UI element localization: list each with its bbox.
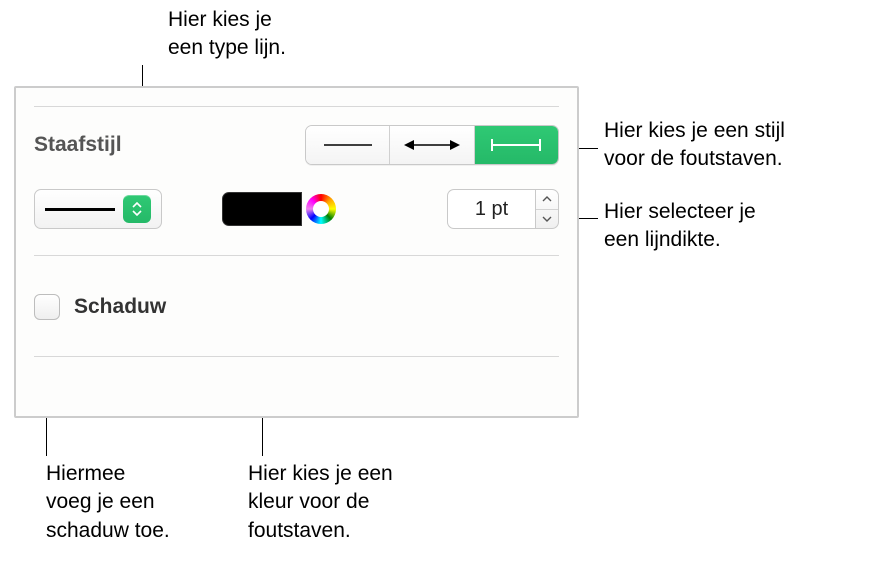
chevron-down-icon: [542, 216, 552, 222]
shadow-checkbox[interactable]: [34, 294, 60, 320]
callout-color: Hier kies je een kleur voor de foutstave…: [248, 460, 393, 545]
callout-error-bar-style: Hier kies je een stijl voor de foutstave…: [604, 117, 785, 174]
thickness-group: 1 pt: [447, 189, 559, 229]
error-bar-style-capped[interactable]: [475, 126, 558, 164]
line-type-select[interactable]: [34, 189, 162, 229]
thickness-stepper[interactable]: [535, 189, 559, 229]
capped-arrow-icon: [402, 138, 462, 152]
line-preview: [45, 208, 115, 211]
updown-chevron-icon: [130, 202, 144, 216]
chevron-up-icon: [542, 196, 552, 202]
error-bar-style-line[interactable]: [306, 126, 390, 164]
bar-style-label: Staafstijl: [34, 133, 122, 157]
divider: [34, 356, 559, 357]
line-icon: [322, 139, 374, 151]
line-options-row: 1 pt: [34, 183, 559, 247]
shadow-checkbox-label: Schaduw: [74, 295, 166, 319]
stepper-down[interactable]: [536, 210, 558, 229]
color-picker-group: [222, 192, 336, 226]
error-bar-style-segmented[interactable]: [305, 125, 559, 165]
callout-shadow-add: Hiermee voeg je een schaduw toe.: [46, 460, 170, 545]
dropdown-button[interactable]: [123, 195, 151, 223]
stepper-up[interactable]: [536, 190, 558, 210]
bar-style-row: Staafstijl: [34, 107, 559, 183]
callout-thickness: Hier selecteer je een lijndikte.: [604, 198, 756, 255]
error-bar-style-arrow[interactable]: [390, 126, 474, 164]
style-panel: Staafstijl: [14, 86, 579, 418]
shadow-row: Schaduw: [34, 286, 559, 338]
capped-line-icon: [486, 137, 546, 153]
callout-line-type: Hier kies je een type lijn.: [168, 6, 286, 63]
color-swatch-button[interactable]: [222, 192, 302, 226]
thickness-input[interactable]: 1 pt: [447, 189, 535, 229]
color-wheel-button[interactable]: [306, 194, 336, 224]
